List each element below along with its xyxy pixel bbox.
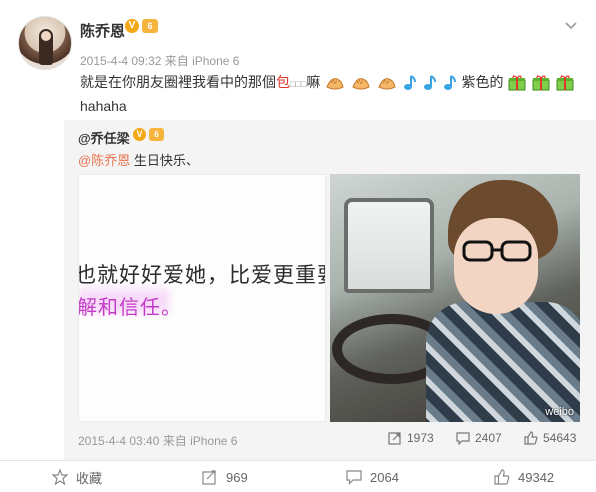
comment-icon [346,470,362,485]
post-text-before: 就是在你朋友圈裡我看中的那個 [80,74,276,90]
favorite-button[interactable]: 收藏 [52,466,102,488]
gift-box-icon [556,75,574,91]
repost-text: @陈乔恩 生日快乐、 [78,150,199,169]
music-note-icon [423,75,436,91]
action-divider [0,460,596,461]
avatar[interactable] [18,16,72,70]
weibo-post: 陈乔恩 V 6 2015-4-4 09:32 来自 iPhone 6 就是在你朋… [0,0,596,492]
gift-box-icon [508,75,526,91]
repost-count: 969 [226,469,248,485]
photo-shirt [426,302,580,422]
post-text-mid: 嘛 [306,74,321,90]
empty-box-glyphs: □□□ [290,79,307,89]
repost-comment-count[interactable]: 2407 [456,431,502,445]
repost-icon [202,470,216,485]
level-badge: 6 [142,19,158,33]
repost-icon [388,432,401,445]
repost-like-count[interactable]: 54643 [524,431,576,445]
repost-button[interactable]: 969 [202,466,248,488]
post-text-line1: 就是在你朋友圈裡我看中的那個包□□□嘛 紫色的 [80,72,575,92]
post-text-line2: hahaha [80,98,127,114]
post-text-purple: 紫色的 [461,74,504,90]
repost-block[interactable]: @乔任梁 V 6 @陈乔恩 生日快乐、 也就好好爱她，比爱更重要的是 解和信任。… [64,120,596,460]
chevron-down-icon[interactable] [564,18,578,32]
repost-comment-value: 2407 [475,431,502,445]
clapping-hands-icon [326,78,344,90]
repost-repost-value: 1973 [407,431,434,445]
favorite-label: 收藏 [76,470,103,486]
repost-repost-count[interactable]: 1973 [388,431,434,445]
comment-icon [456,432,470,445]
comment-count: 2064 [370,469,399,485]
image-quote-line2: 解和信任。 [78,297,182,319]
star-icon [52,469,68,485]
username[interactable]: 陈乔恩 [80,20,125,41]
mention-link[interactable]: @陈乔恩 [78,153,130,168]
repost-level-badge: 6 [149,128,164,141]
like-button[interactable]: 49342 [494,466,554,488]
thumbs-up-icon [494,469,510,485]
clapping-hands-icon [378,78,396,90]
like-count: 49342 [518,469,555,485]
glasses-icon [462,240,532,262]
music-note-icon [403,75,416,91]
weibo-watermark: weibo [545,406,574,418]
photo-face [454,218,538,314]
avatar-face [41,31,51,41]
repost-like-value: 54643 [543,431,577,445]
photo-car-window [344,198,434,293]
repost-text-body: 生日快乐、 [130,153,199,168]
music-note-icon [443,75,456,91]
post-text-red: 包 [276,74,290,90]
image-quote-line1: 也就好好爱她，比爱更重要的是 [78,264,325,287]
repost-image-text[interactable]: 也就好好爱她，比爱更重要的是 解和信任。 [78,174,326,422]
post-meta: 2015-4-4 09:32 来自 iPhone 6 [80,54,240,68]
verified-badge: V [125,19,139,33]
comment-button[interactable]: 2064 [346,466,399,488]
repost-meta: 2015-4-4 03:40 来自 iPhone 6 [78,434,238,448]
repost-verified-badge: V [133,128,146,141]
thumbs-up-icon [524,431,538,445]
clapping-hands-icon [352,78,370,90]
repost-username[interactable]: @乔任梁 [78,128,130,147]
gift-box-icon [532,75,550,91]
repost-image-photo[interactable]: weibo [330,174,580,422]
